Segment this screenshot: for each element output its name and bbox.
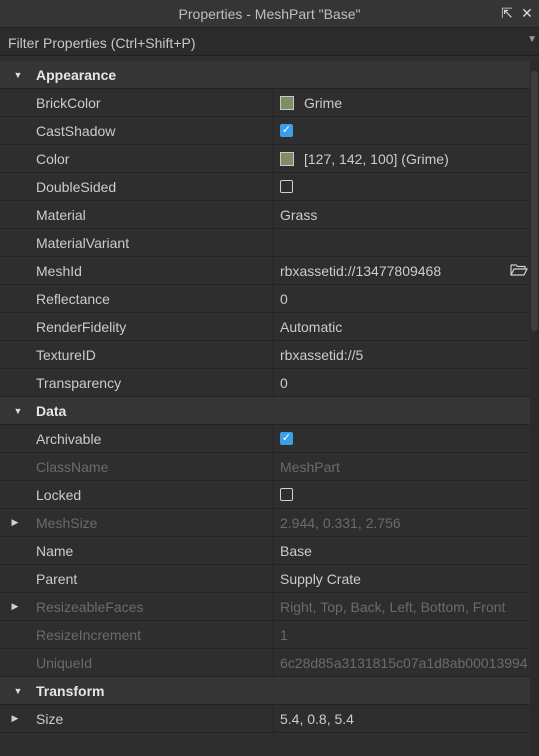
section-appearance[interactable]: ▼ Appearance: [0, 61, 530, 89]
meshsize-value: 2.944, 0.331, 2.756: [280, 514, 401, 531]
properties-grid: ▼ Appearance BrickColor Grime CastShadow…: [0, 61, 530, 733]
collapse-arrow-icon[interactable]: ▼: [0, 406, 36, 416]
prop-row-renderfidelity[interactable]: RenderFidelity Automatic: [0, 313, 530, 341]
brickcolor-value: Grime: [304, 94, 343, 111]
prop-row-resizeincrement: ResizeIncrement 1: [0, 621, 530, 649]
locked-checkbox[interactable]: [280, 488, 293, 501]
prop-row-name[interactable]: Name Base: [0, 537, 530, 565]
section-data[interactable]: ▼ Data: [0, 397, 530, 425]
prop-name: RenderFidelity: [30, 313, 274, 340]
prop-row-doublesided[interactable]: DoubleSided: [0, 173, 530, 201]
prop-name: Size: [30, 705, 274, 732]
prop-row-materialvariant[interactable]: MaterialVariant: [0, 229, 530, 257]
prop-row-color[interactable]: Color [127, 142, 100] (Grime): [0, 145, 530, 173]
close-icon[interactable]: ✕: [519, 5, 535, 21]
prop-row-meshid[interactable]: MeshId rbxassetid://13477809468: [0, 257, 530, 285]
prop-name: Archivable: [30, 425, 274, 452]
prop-value[interactable]: [127, 142, 100] (Grime): [274, 145, 530, 172]
expand-arrow-icon[interactable]: ▶: [0, 509, 30, 536]
prop-row-textureid[interactable]: TextureID rbxassetid://5: [0, 341, 530, 369]
title-bar: Properties - MeshPart "Base" ⇱ ✕: [0, 0, 539, 28]
prop-name: BrickColor: [30, 89, 274, 116]
doublesided-checkbox[interactable]: [280, 180, 293, 193]
uniqueid-value: 6c28d85a3131815c07a1d8ab00013994: [280, 654, 528, 671]
collapse-arrow-icon[interactable]: ▼: [0, 686, 36, 696]
expand-arrow-icon[interactable]: ▶: [0, 593, 30, 620]
prop-name: UniqueId: [30, 649, 274, 676]
window-title: Properties - MeshPart "Base": [178, 6, 361, 22]
color-swatch[interactable]: [280, 95, 294, 110]
resizeablefaces-value: Right, Top, Back, Left, Bottom, Front: [280, 598, 506, 615]
filter-dropdown-icon[interactable]: ▼: [527, 34, 537, 45]
prop-row-archivable[interactable]: Archivable ✓: [0, 425, 530, 453]
prop-row-brickcolor[interactable]: BrickColor Grime: [0, 89, 530, 117]
parent-value[interactable]: Supply Crate: [274, 565, 530, 592]
prop-value[interactable]: rbxassetid://13477809468: [274, 257, 530, 284]
prop-name: Color: [30, 145, 274, 172]
archivable-checkbox[interactable]: ✓: [280, 432, 293, 445]
prop-name: Parent: [30, 565, 274, 592]
prop-row-meshsize: ▶ MeshSize 2.944, 0.331, 2.756: [0, 509, 530, 537]
collapse-arrow-icon[interactable]: ▼: [0, 70, 36, 80]
material-value[interactable]: Grass: [274, 201, 530, 228]
classname-value: MeshPart: [280, 458, 340, 475]
section-label: Appearance: [36, 66, 117, 83]
prop-name: DoubleSided: [30, 173, 274, 200]
color-value: [127, 142, 100] (Grime): [304, 150, 449, 167]
section-label: Transform: [36, 682, 105, 699]
renderfidelity-value[interactable]: Automatic: [274, 313, 530, 340]
filter-input[interactable]: [6, 28, 523, 58]
scroll-thumb[interactable]: [531, 71, 538, 331]
section-label: Data: [36, 402, 67, 419]
prop-name: MeshSize: [30, 509, 274, 536]
expand-arrow-icon[interactable]: ▶: [0, 705, 30, 732]
prop-name: CastShadow: [30, 117, 274, 144]
prop-row-transparency[interactable]: Transparency 0: [0, 369, 530, 397]
materialvariant-value[interactable]: [274, 229, 530, 256]
prop-name: TextureID: [30, 341, 274, 368]
section-transform[interactable]: ▼ Transform: [0, 677, 530, 705]
color-swatch[interactable]: [280, 151, 294, 166]
prop-name: ResizeIncrement: [30, 621, 274, 648]
prop-name: Reflectance: [30, 285, 274, 312]
name-value[interactable]: Base: [274, 537, 530, 564]
prop-row-castshadow[interactable]: CastShadow ✓: [0, 117, 530, 145]
prop-row-size[interactable]: ▶ Size 5.4, 0.8, 5.4: [0, 705, 530, 733]
textureid-value[interactable]: rbxassetid://5: [274, 341, 530, 368]
undock-icon[interactable]: ⇱: [499, 5, 515, 21]
prop-name: Material: [30, 201, 274, 228]
prop-row-uniqueid: UniqueId 6c28d85a3131815c07a1d8ab0001399…: [0, 649, 530, 677]
castshadow-checkbox[interactable]: ✓: [280, 124, 293, 137]
prop-row-reflectance[interactable]: Reflectance 0: [0, 285, 530, 313]
prop-row-material[interactable]: Material Grass: [0, 201, 530, 229]
prop-row-parent[interactable]: Parent Supply Crate: [0, 565, 530, 593]
prop-name: ResizeableFaces: [30, 593, 274, 620]
prop-name: MeshId: [30, 257, 274, 284]
prop-name: Name: [30, 537, 274, 564]
size-value[interactable]: 5.4, 0.8, 5.4: [274, 705, 530, 732]
scrollbar[interactable]: [530, 61, 539, 756]
prop-row-resizeablefaces: ▶ ResizeableFaces Right, Top, Back, Left…: [0, 593, 530, 621]
prop-row-locked[interactable]: Locked: [0, 481, 530, 509]
meshid-value: rbxassetid://13477809468: [280, 262, 442, 279]
transparency-value[interactable]: 0: [274, 369, 530, 396]
prop-name: MaterialVariant: [30, 229, 274, 256]
reflectance-value[interactable]: 0: [274, 285, 530, 312]
folder-icon[interactable]: [510, 263, 528, 277]
prop-row-classname: ClassName MeshPart: [0, 453, 530, 481]
prop-value[interactable]: Grime: [274, 89, 530, 116]
prop-name: Locked: [30, 481, 274, 508]
filter-bar: ▼: [0, 28, 539, 58]
resizeincrement-value: 1: [280, 626, 288, 643]
prop-name: Transparency: [30, 369, 274, 396]
prop-name: ClassName: [30, 453, 274, 480]
